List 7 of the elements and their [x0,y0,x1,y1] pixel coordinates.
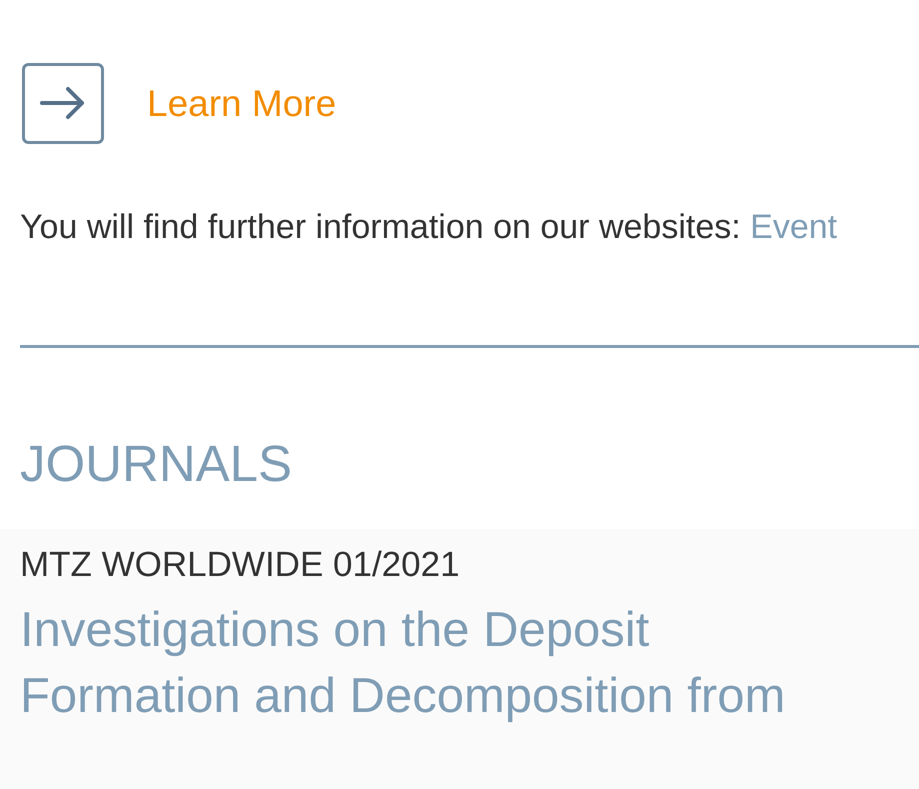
arrow-right-icon[interactable] [22,63,104,144]
journals-heading: JOURNALS [19,438,292,489]
journal-title-link[interactable]: Investigations on the Deposit Formation and Decomposition from [20,596,880,729]
info-text: You will find further information on our websites: [20,208,741,246]
journal-source: MTZ WORLDWIDE 01/2021 [20,544,460,586]
learn-more-link[interactable]: Learn More [147,76,336,132]
events-link[interactable]: Event [750,208,838,246]
